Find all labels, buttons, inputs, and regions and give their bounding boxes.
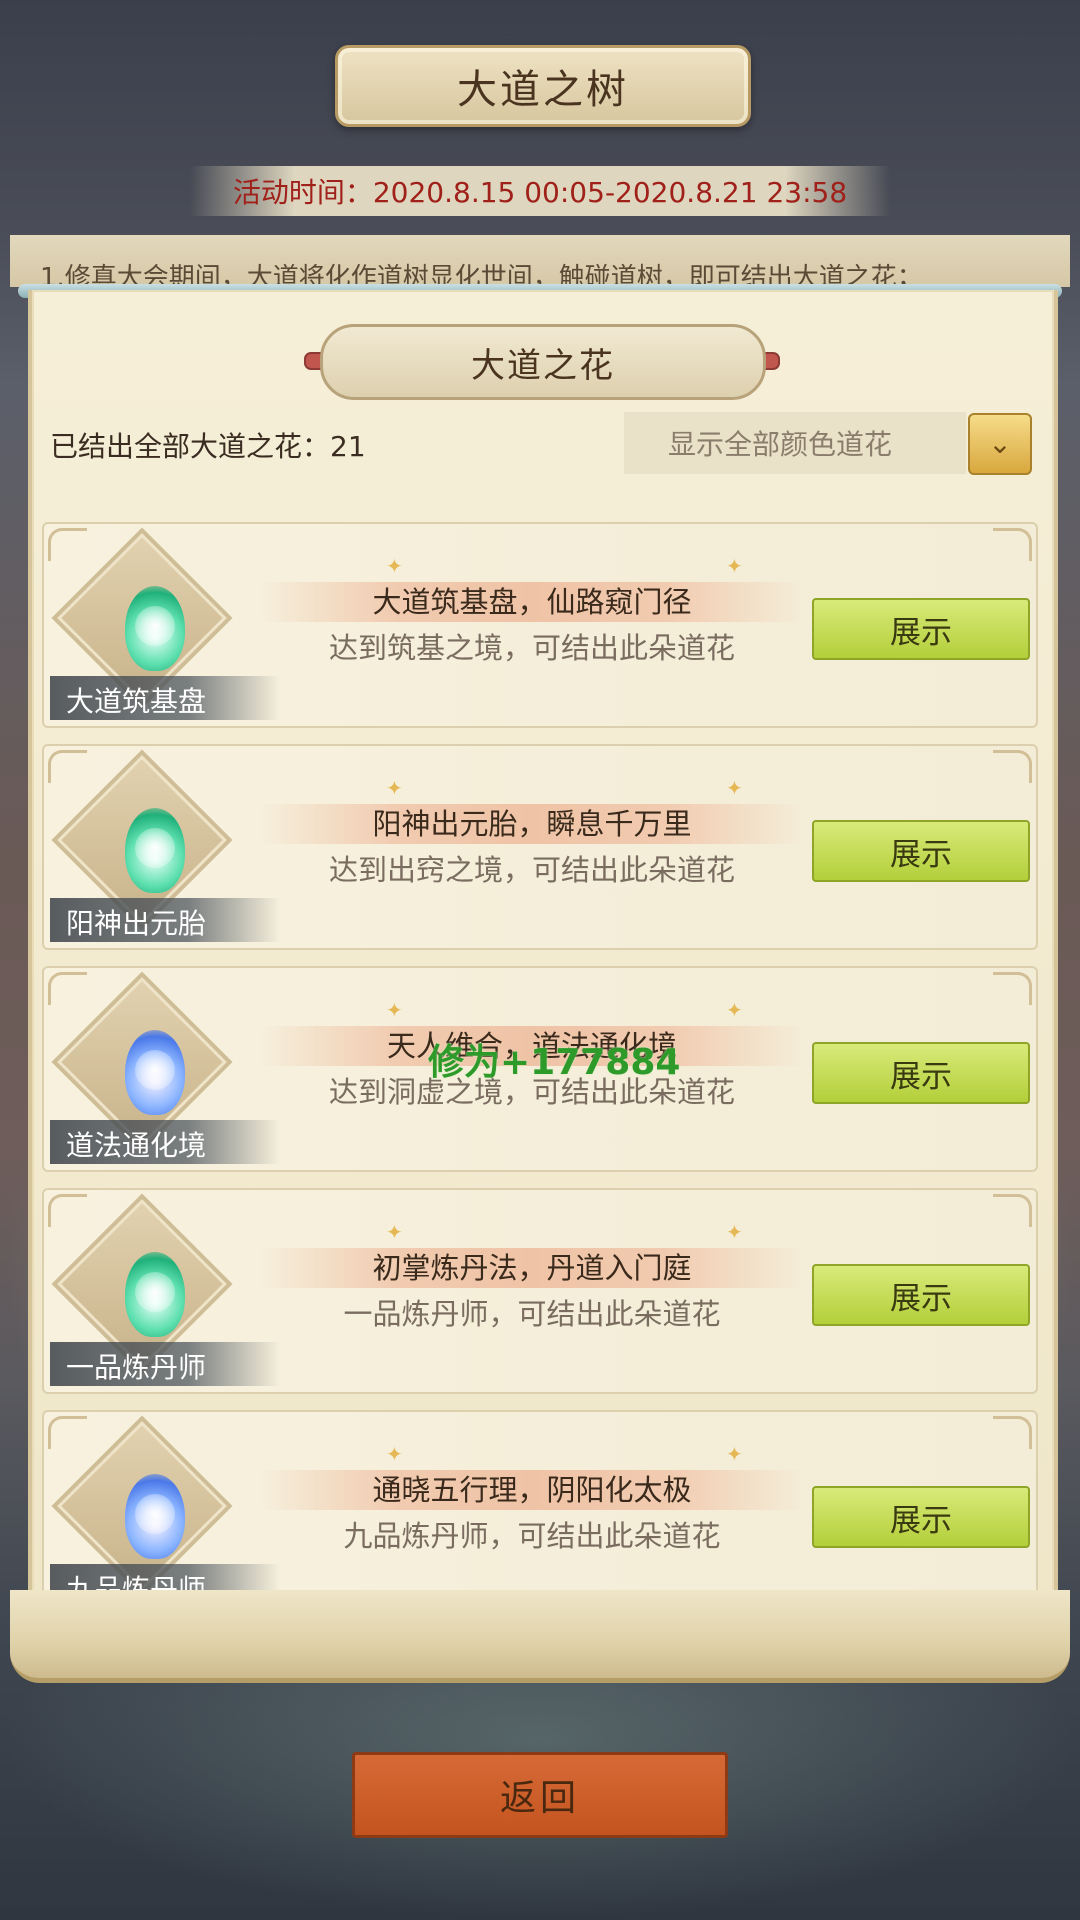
- flower-name: 九品炼丹师: [66, 1573, 207, 1590]
- flower-card: 大道筑基盘 ✦ ✦ 大道筑基盘，仙路窥门径 达到筑基之境，可结出此朵道花 展示: [42, 522, 1038, 728]
- flower-poem: 通晓五行理，阴阳化太极: [372, 1473, 692, 1507]
- flower-poem: 阳神出元胎，瞬息千万里: [372, 807, 692, 841]
- flower-name: 道法通化境: [66, 1129, 207, 1162]
- page-title: 大道之树: [457, 67, 629, 113]
- show-button[interactable]: 展示: [812, 1042, 1030, 1104]
- description-strip: 1.修真大会期间，大道将化作道树显化世间，触碰道树，即可结出大道之花；: [10, 235, 1070, 287]
- card-corner-ornament: [48, 750, 87, 783]
- card-corner-ornament: [993, 750, 1032, 783]
- color-filter-value: 显示全部颜色道花: [668, 428, 893, 461]
- card-corner-ornament: [48, 528, 87, 561]
- show-button-label: 展示: [890, 836, 952, 873]
- flower-hint: 达到出窍之境，可结出此朵道花: [328, 853, 735, 887]
- activity-time-strip: 活动时间：2020.8.15 00:05-2020.8.21 23:58: [190, 166, 890, 216]
- butterfly-icon: ✦: [726, 776, 743, 800]
- card-corner-ornament: [993, 972, 1032, 1005]
- butterfly-icon: ✦: [726, 554, 743, 578]
- card-corner-ornament: [993, 1194, 1032, 1227]
- butterfly-icon: ✦: [386, 998, 403, 1022]
- butterfly-icon: ✦: [726, 1220, 743, 1244]
- back-button[interactable]: 返回: [352, 1752, 728, 1838]
- cultivation-gain-popup: 修为+177884: [428, 1042, 681, 1083]
- butterfly-icon: ✦: [726, 1442, 743, 1466]
- flower-name: 一品炼丹师: [66, 1351, 207, 1384]
- flower-name-band: 大道筑基盘: [50, 676, 280, 720]
- show-button[interactable]: 展示: [812, 598, 1030, 660]
- section-title: 大道之花: [471, 345, 615, 386]
- butterfly-icon: ✦: [386, 1442, 403, 1466]
- card-corner-ornament: [48, 1416, 87, 1449]
- butterfly-icon: ✦: [386, 554, 403, 578]
- flower-count: 已结出全部大道之花：21: [50, 430, 366, 463]
- flower-name: 大道筑基盘: [66, 685, 207, 718]
- flower-hint: 一品炼丹师，可结出此朵道花: [343, 1297, 721, 1331]
- butterfly-icon: ✦: [386, 776, 403, 800]
- show-button[interactable]: 展示: [812, 820, 1030, 882]
- activity-time: 活动时间：2020.8.15 00:05-2020.8.21 23:58: [232, 176, 848, 209]
- flower-poem: 大道筑基盘，仙路窥门径: [372, 585, 692, 619]
- flower-hint: 九品炼丹师，可结出此朵道花: [343, 1519, 721, 1553]
- description-text: 1.修真大会期间，大道将化作道树显化世间，触碰道树，即可结出大道之花；: [40, 263, 923, 287]
- section-title-plaque: 大道之花: [320, 324, 766, 400]
- show-button[interactable]: 展示: [812, 1486, 1030, 1548]
- filter-dropdown-button[interactable]: ⌄: [968, 413, 1032, 475]
- show-button[interactable]: 展示: [812, 1264, 1030, 1326]
- page-title-plaque: 大道之树: [335, 45, 751, 127]
- flower-hint: 达到筑基之境，可结出此朵道花: [328, 631, 735, 665]
- butterfly-icon: ✦: [386, 1220, 403, 1244]
- show-button-label: 展示: [890, 1058, 952, 1095]
- show-button-label: 展示: [890, 614, 952, 651]
- flower-name-band: 阳神出元胎: [50, 898, 280, 942]
- flower-card: 一品炼丹师 ✦ ✦ 初掌炼丹法，丹道入门庭 一品炼丹师，可结出此朵道花 展示: [42, 1188, 1038, 1394]
- flower-name-band: 九品炼丹师: [50, 1564, 280, 1590]
- flower-poem: 初掌炼丹法，丹道入门庭: [372, 1251, 692, 1285]
- card-corner-ornament: [48, 1194, 87, 1227]
- card-corner-ornament: [993, 528, 1032, 561]
- scroll-bottom-roll: [10, 1590, 1070, 1683]
- back-button-label: 返回: [499, 1778, 580, 1819]
- flower-card: 九品炼丹师 ✦ ✦ 通晓五行理，阴阳化太极 九品炼丹师，可结出此朵道花 展示: [42, 1410, 1038, 1590]
- color-filter-select[interactable]: 显示全部颜色道花: [624, 412, 966, 474]
- butterfly-icon: ✦: [726, 998, 743, 1022]
- show-button-label: 展示: [890, 1280, 952, 1317]
- flower-name-band: 道法通化境: [50, 1120, 280, 1164]
- flower-name: 阳神出元胎: [66, 907, 207, 940]
- card-corner-ornament: [993, 1416, 1032, 1449]
- flower-card: 阳神出元胎 ✦ ✦ 阳神出元胎，瞬息千万里 达到出窍之境，可结出此朵道花 展示: [42, 744, 1038, 950]
- chevron-down-icon: ⌄: [988, 427, 1012, 460]
- show-button-label: 展示: [890, 1502, 952, 1539]
- card-corner-ornament: [48, 972, 87, 1005]
- flower-name-band: 一品炼丹师: [50, 1342, 280, 1386]
